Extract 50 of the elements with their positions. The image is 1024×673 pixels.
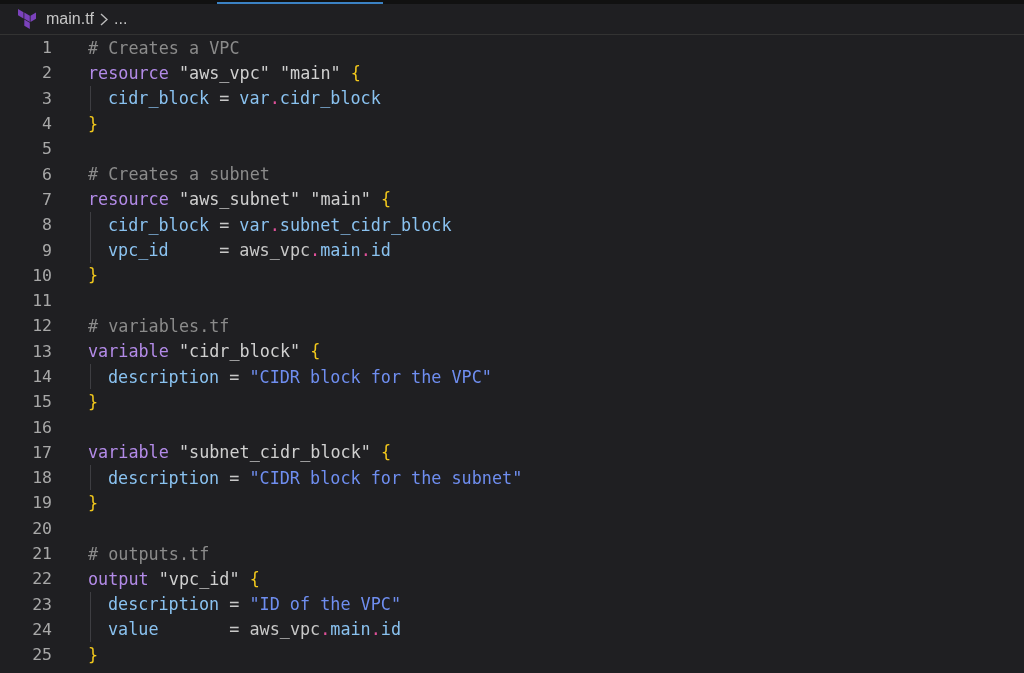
line-number: 24 [31, 619, 52, 639]
terraform-logo-icon [18, 9, 36, 29]
line-number: 22 [31, 569, 52, 589]
code-line: resource "aws_subnet" "main" { [88, 189, 392, 210]
code-line: variable "subnet_cidr_block" { [88, 442, 392, 463]
code-line: # variables.tf [88, 315, 230, 336]
line-number: 23 [31, 594, 52, 614]
code-line: # outputs.tf [88, 543, 210, 564]
line-number: 5 [41, 139, 52, 159]
line-number: 12 [31, 316, 52, 336]
line-number: 20 [31, 518, 52, 538]
code-line: vpc_id = aws_vpc.main.id [108, 240, 391, 260]
line-number: 19 [31, 493, 52, 513]
code-line: } [88, 391, 99, 412]
code-line: } [88, 265, 99, 286]
code-line: # Creates a subnet [88, 164, 270, 185]
code-line: variable "cidr_block" { [88, 341, 321, 362]
code-line: } [88, 493, 99, 513]
line-number: 18 [31, 468, 52, 488]
breadcrumb-file[interactable]: main.tf [46, 10, 94, 28]
code-line: } [88, 113, 99, 134]
breadcrumb-more[interactable]: ... [114, 10, 128, 28]
code-line: } [88, 644, 99, 665]
code-line: cidr_block = var.subnet_cidr_block [108, 214, 452, 235]
code-line: resource "aws_vpc" "main" { [88, 62, 361, 83]
chevron-right-icon [100, 12, 108, 26]
line-number: 15 [31, 392, 52, 412]
line-number: 2 [41, 63, 52, 83]
line-number: 17 [31, 442, 52, 462]
line-number: 1 [41, 38, 52, 58]
line-number: 14 [31, 367, 52, 386]
line-number: 6 [41, 164, 52, 184]
line-number: 13 [31, 341, 52, 361]
code-line: # Creates a VPC [88, 37, 240, 58]
line-number: 7 [41, 189, 52, 209]
code-line: description = "CIDR block for the VPC" [108, 366, 492, 387]
line-number: 8 [41, 215, 52, 235]
line-number: 21 [31, 544, 52, 564]
line-number: 3 [41, 88, 52, 108]
code-line: description = "ID of the VPC" [108, 594, 401, 615]
line-number: 4 [41, 114, 52, 134]
line-number: 9 [41, 240, 52, 260]
code-line: value = aws_vpc.main.id [108, 619, 402, 640]
line-number: 16 [31, 417, 52, 437]
code-line: description = "CIDR block for the subnet" [108, 467, 523, 488]
code-line: cidr_block = var.cidr_block [108, 88, 381, 109]
line-number: 10 [31, 265, 52, 285]
line-number: 25 [31, 645, 52, 665]
code-line: output "vpc_id" { [88, 568, 260, 589]
line-number: 11 [31, 291, 52, 311]
